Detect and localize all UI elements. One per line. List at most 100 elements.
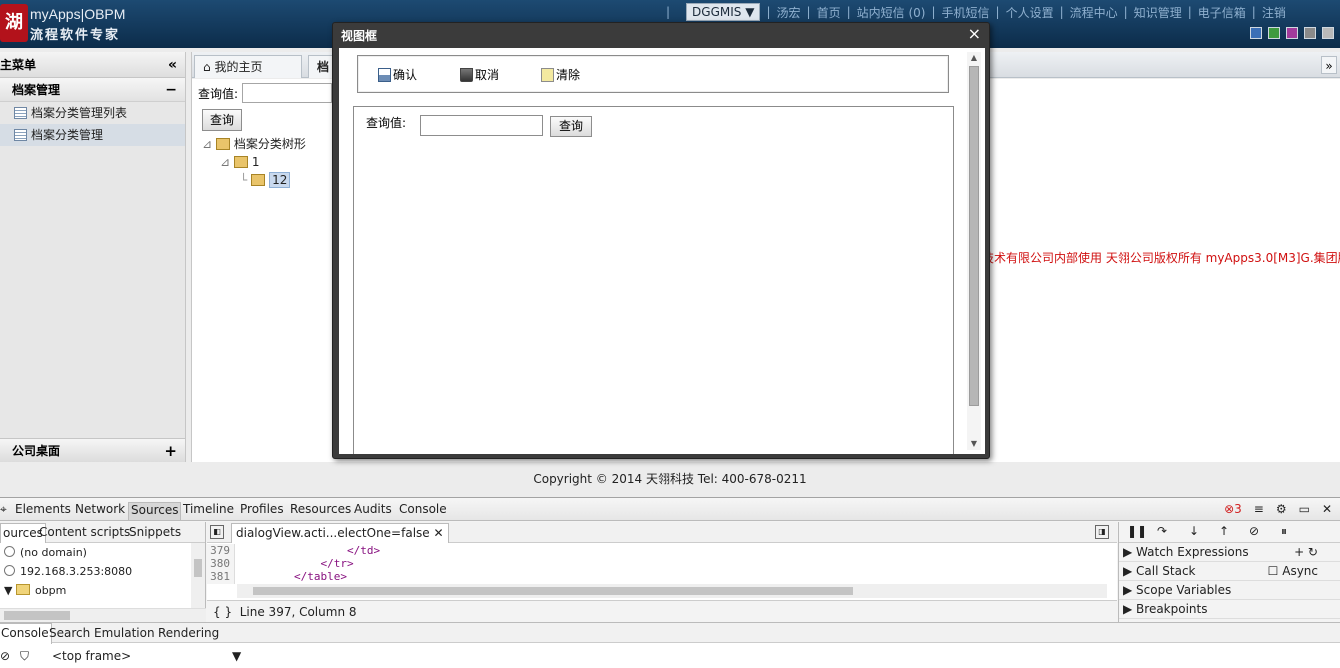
tab-console[interactable]: Console — [399, 502, 447, 520]
drawer-toggle-icon[interactable]: ≡ — [1254, 502, 1264, 516]
tree-item-obpm[interactable]: ▼ obpm — [0, 581, 205, 600]
scroll-thumb[interactable] — [969, 66, 979, 406]
tree-item-host[interactable]: 192.168.3.253:8080 — [0, 562, 205, 581]
sidebar-group-desktop[interactable]: 公司桌面 + — [0, 438, 185, 462]
sidebar-item-archive-manage[interactable]: 档案分类管理 — [0, 124, 185, 146]
folder-icon — [233, 156, 248, 168]
filter-icon[interactable]: ⛉ — [20, 645, 29, 667]
org-select[interactable]: DGGMIS ▼ — [686, 3, 761, 21]
dialog-scrollbar[interactable]: ▲ ▼ — [967, 52, 981, 450]
pane-call-stack[interactable]: ▶ Call Stack ☐ Async — [1119, 562, 1340, 581]
pane-scope-variables[interactable]: ▶ Scope Variables — [1119, 581, 1340, 600]
code-view[interactable]: 379 </td> 380 </tr> 381 </table> 382 — [207, 544, 1107, 584]
query-button[interactable]: 查询 — [202, 109, 242, 131]
devtools-tabbar: ⌖ Elements Network Sources Timeline Prof… — [0, 498, 1340, 521]
nav-knowledge[interactable]: 知识管理 — [1134, 4, 1182, 21]
dialog-title: 视图框 — [341, 29, 378, 43]
gear-icon[interactable]: ⚙ — [1276, 502, 1287, 516]
drawer-tab-search[interactable]: Search — [49, 626, 90, 640]
nav-messages[interactable]: 站内短信 (0) — [857, 4, 926, 21]
devtools-inspect-icon[interactable]: ⌖ — [0, 502, 10, 520]
tab-profiles[interactable]: Profiles — [240, 502, 284, 520]
clear-console-icon[interactable]: ⊘ — [0, 645, 10, 667]
close-file-icon[interactable]: ✕ — [434, 526, 444, 540]
sidebar-item-archive-list[interactable]: 档案分类管理列表 — [0, 102, 185, 124]
step-into-icon[interactable]: ↓ — [1189, 524, 1199, 538]
theme-swatch-gray[interactable] — [1304, 27, 1316, 39]
license-notice: 技术有限公司内部使用 天翎公司版权所有 myApps3.0[M3]G.集团版 — [982, 251, 1340, 265]
nav-home[interactable]: 首页 — [817, 4, 841, 21]
tab-content-scripts[interactable]: Content scripts — [39, 525, 130, 539]
clear-button[interactable]: 清除 — [541, 66, 580, 84]
async-checkbox[interactable]: ☐ Async — [1268, 562, 1318, 581]
toggle-debugger-icon[interactable]: ◨ — [1095, 525, 1109, 539]
tab-audits[interactable]: Audits — [354, 502, 392, 520]
app-logo[interactable]: 湖 myApps|OBPM 流程软件专家 — [0, 0, 140, 48]
drawer-tabs: Console Search Emulation Rendering — [0, 623, 1340, 644]
frame-selector[interactable]: ⊘ ⛉ <top frame> ▼ — [0, 645, 260, 667]
pause-icon[interactable]: ❚❚ — [1127, 524, 1147, 538]
error-icon: ⊗ — [1224, 502, 1235, 516]
group-collapse-icon[interactable]: − — [165, 78, 177, 102]
editor-hscrollbar[interactable] — [237, 584, 1107, 598]
sources-navigator: ources Content scripts Snippets (no doma… — [0, 522, 206, 622]
pretty-print-icon[interactable]: { } — [213, 605, 232, 619]
file-tab[interactable]: dialogView.acti...electOne=false ✕ — [231, 523, 449, 543]
tree-item-no-domain[interactable]: (no domain) — [0, 543, 205, 562]
theme-swatch-green[interactable] — [1268, 27, 1280, 39]
drawer-tab-console[interactable]: Console — [0, 623, 52, 644]
clear-icon — [541, 68, 554, 82]
step-over-icon[interactable]: ↷ — [1157, 524, 1167, 538]
step-out-icon[interactable]: ↑ — [1219, 524, 1229, 538]
drawer-tab-rendering[interactable]: Rendering — [158, 626, 219, 640]
nav-workflow[interactable]: 流程中心 — [1070, 4, 1118, 21]
nav-sms[interactable]: 手机短信 — [942, 4, 990, 21]
theme-swatch-silver[interactable] — [1322, 27, 1334, 39]
close-icon[interactable]: × — [968, 24, 981, 44]
nav-logout[interactable]: 注销 — [1262, 4, 1286, 21]
dock-icon[interactable]: ▭ — [1299, 502, 1310, 516]
theme-swatch-blue[interactable] — [1250, 27, 1262, 39]
nav-settings[interactable]: 个人设置 — [1006, 4, 1054, 21]
devtools-actions: ⊗3 ≡ ⚙ ▭ ✕ — [1224, 502, 1332, 516]
tab-snippets[interactable]: Snippets — [129, 525, 181, 539]
error-count-badge[interactable]: ⊗3 — [1224, 502, 1242, 516]
tab-resources[interactable]: Resources — [290, 502, 351, 520]
nav-mail[interactable]: 电子信箱 — [1198, 4, 1246, 21]
code-line: 380 </tr> — [207, 557, 1107, 570]
tab-elements[interactable]: Elements — [15, 502, 71, 520]
pane-breakpoints[interactable]: ▶ Breakpoints — [1119, 600, 1340, 619]
drawer-tab-emulation[interactable]: Emulation — [94, 626, 155, 640]
toggle-navigator-icon[interactable]: ◧ — [210, 525, 224, 539]
collapse-icon[interactable]: « — [168, 52, 177, 78]
pane-watch-expressions[interactable]: ▶ Watch Expressions + ↻ — [1119, 543, 1340, 562]
tab-network[interactable]: Network — [75, 502, 125, 520]
tab-timeline[interactable]: Timeline — [183, 502, 234, 520]
dialog-query-input[interactable] — [420, 115, 543, 136]
query-input[interactable] — [242, 83, 332, 103]
tabs-menu-icon[interactable]: » — [1321, 56, 1337, 74]
trash-icon — [460, 68, 473, 82]
dialog-query-button[interactable]: 查询 — [550, 116, 592, 137]
pause-exceptions-icon[interactable]: ⏸ — [1281, 524, 1287, 539]
nav-user[interactable]: 汤宏 — [777, 4, 801, 21]
expand-icon[interactable]: + — [164, 439, 177, 463]
confirm-button[interactable]: 确认 — [378, 66, 417, 84]
scroll-up-icon[interactable]: ▲ — [967, 52, 981, 64]
cancel-button[interactable]: 取消 — [460, 66, 499, 84]
list-icon — [14, 129, 27, 141]
deactivate-breakpoints-icon[interactable]: ⊘ — [1249, 524, 1259, 538]
theme-swatch-purple[interactable] — [1286, 27, 1298, 39]
close-devtools-icon[interactable]: ✕ — [1322, 502, 1332, 516]
navigator-vscrollbar[interactable] — [191, 543, 205, 608]
sidebar-group-archive[interactable]: 档案管理 − — [0, 78, 185, 102]
add-icon[interactable]: + ↻ — [1294, 543, 1318, 562]
navigator-hscrollbar[interactable] — [0, 608, 206, 622]
tab-home[interactable]: ⌂ 我的主页 — [194, 55, 302, 78]
chevron-down-icon[interactable]: ▼ — [232, 645, 241, 667]
dialog-toolbar: 确认 取消 清除 — [357, 55, 949, 93]
tab-sources[interactable]: Sources — [128, 502, 182, 520]
scroll-down-icon[interactable]: ▼ — [967, 438, 981, 450]
logo-brand: myApps|OBPM — [30, 6, 126, 22]
code-line: 379 </td> — [207, 544, 1107, 557]
